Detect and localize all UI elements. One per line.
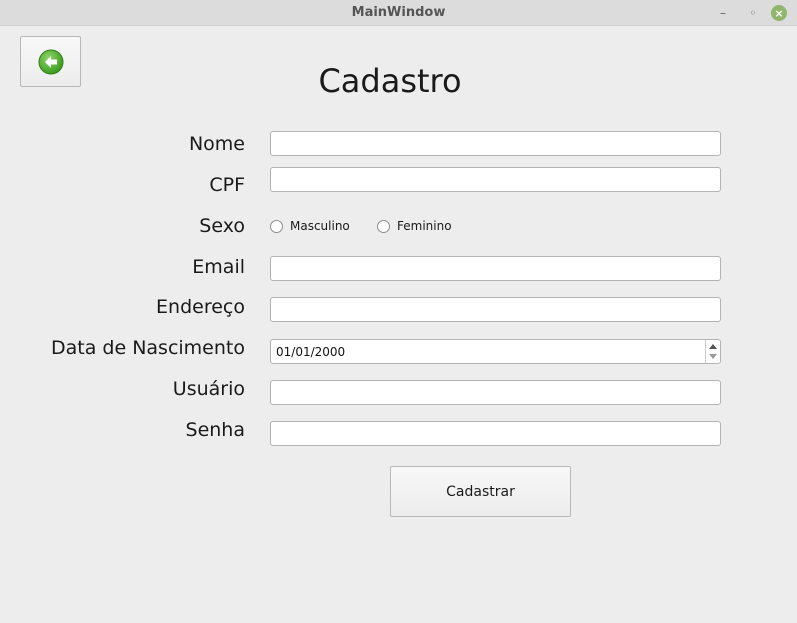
- endereco-label: Endereço: [156, 296, 245, 318]
- spin-up-icon[interactable]: [709, 344, 717, 349]
- maximize-icon: ◦: [749, 6, 757, 20]
- date-spinner[interactable]: [705, 340, 720, 363]
- radio-masculino[interactable]: Masculino: [270, 219, 350, 233]
- radio-feminino[interactable]: Feminino: [377, 219, 452, 233]
- sexo-label: Sexo: [199, 215, 245, 237]
- title-bar[interactable]: MainWindow – ◦ ×: [0, 0, 797, 26]
- senha-input[interactable]: [270, 421, 721, 446]
- email-label: Email: [192, 256, 245, 278]
- radio-circle-icon: [270, 219, 283, 233]
- nome-label: Nome: [188, 133, 245, 155]
- nome-input[interactable]: [270, 131, 721, 156]
- spin-down-icon[interactable]: [709, 354, 717, 359]
- usuario-label: Usuário: [172, 378, 245, 400]
- maximize-button[interactable]: ◦: [744, 4, 762, 22]
- email-input[interactable]: [270, 256, 721, 281]
- cadastrar-button[interactable]: Cadastrar: [390, 466, 571, 517]
- minimize-button[interactable]: –: [714, 4, 732, 22]
- radio-masculino-label: Masculino: [290, 219, 350, 233]
- page-title: Cadastro: [318, 62, 462, 100]
- radio-circle-icon: [377, 219, 390, 233]
- nascimento-value: 01/01/2000: [276, 345, 346, 359]
- window-title: MainWindow: [351, 5, 446, 20]
- main-window: MainWindow – ◦ × Cadastro Nome CPF Sexo …: [0, 0, 797, 623]
- nascimento-date-input[interactable]: 01/01/2000: [270, 339, 721, 364]
- cpf-input[interactable]: [270, 167, 721, 192]
- endereco-input[interactable]: [270, 297, 721, 322]
- radio-feminino-label: Feminino: [397, 219, 452, 233]
- usuario-input[interactable]: [270, 380, 721, 405]
- senha-label: Senha: [185, 419, 245, 441]
- close-button[interactable]: ×: [770, 4, 788, 22]
- minimize-icon: –: [720, 6, 726, 20]
- cpf-label: CPF: [209, 174, 245, 196]
- close-icon: ×: [771, 5, 787, 21]
- nascimento-label: Data de Nascimento: [51, 337, 245, 359]
